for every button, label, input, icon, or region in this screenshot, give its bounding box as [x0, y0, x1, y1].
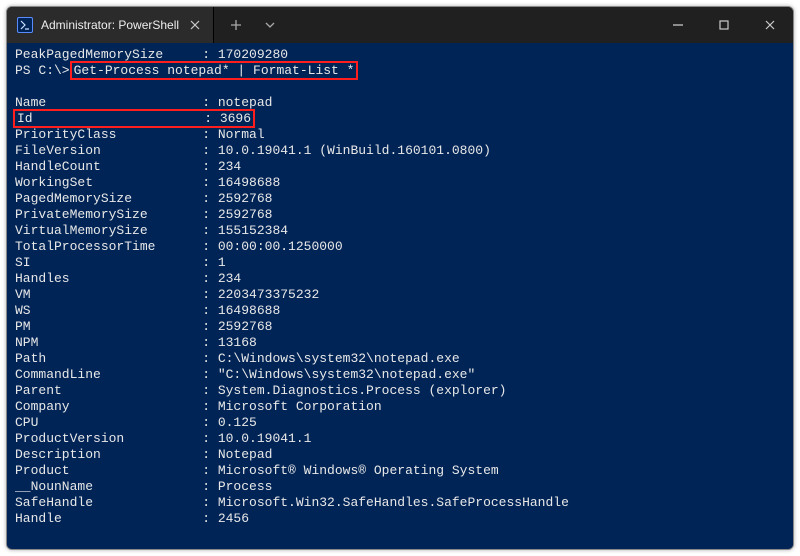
property-row: CPU : 0.125 — [15, 415, 785, 431]
property-row: WorkingSet : 16498688 — [15, 175, 785, 191]
property-row: Handles : 234 — [15, 271, 785, 287]
tab-controls — [214, 11, 292, 39]
property-row: PrivateMemorySize : 2592768 — [15, 207, 785, 223]
property-row: Handle : 2456 — [15, 511, 785, 527]
property-row: NPM : 13168 — [15, 335, 785, 351]
maximize-button[interactable] — [701, 7, 747, 43]
property-row: PM : 2592768 — [15, 319, 785, 335]
terminal[interactable]: PeakPagedMemorySize : 170209280PS C:\>Ge… — [7, 43, 793, 549]
property-row: SafeHandle : Microsoft.Win32.SafeHandles… — [15, 495, 785, 511]
property-row: SI : 1 — [15, 255, 785, 271]
window-controls — [655, 7, 793, 43]
blank-line — [15, 79, 785, 95]
powershell-icon — [17, 17, 33, 33]
property-row: __NounName : Process — [15, 479, 785, 495]
property-row: TotalProcessorTime : 00:00:00.1250000 — [15, 239, 785, 255]
highlight-box-id: Id : 3696 — [13, 109, 255, 128]
property-row: Path : C:\Windows\system32\notepad.exe — [15, 351, 785, 367]
new-tab-button[interactable] — [222, 11, 250, 39]
close-window-button[interactable] — [747, 7, 793, 43]
property-row: PriorityClass : Normal — [15, 127, 785, 143]
tab-dropdown-button[interactable] — [256, 11, 284, 39]
property-row: VM : 2203473375232 — [15, 287, 785, 303]
property-row: FileVersion : 10.0.19041.1 (WinBuild.160… — [15, 143, 785, 159]
property-row: Product : Microsoft® Windows® Operating … — [15, 463, 785, 479]
titlebar: Administrator: PowerShell — [7, 7, 793, 43]
property-row: Parent : System.Diagnostics.Process (exp… — [15, 383, 785, 399]
property-row: Company : Microsoft Corporation — [15, 399, 785, 415]
property-row: VirtualMemorySize : 155152384 — [15, 223, 785, 239]
property-row: HandleCount : 234 — [15, 159, 785, 175]
close-icon[interactable] — [187, 17, 203, 33]
minimize-button[interactable] — [655, 7, 701, 43]
prompt-line: PS C:\>Get-Process notepad* | Format-Lis… — [15, 63, 785, 79]
property-row: CommandLine : "C:\Windows\system32\notep… — [15, 367, 785, 383]
property-row: WS : 16498688 — [15, 303, 785, 319]
highlight-command: Get-Process notepad* | Format-List * — [70, 61, 359, 80]
tab-title: Administrator: PowerShell — [41, 18, 179, 32]
property-row: ProductVersion : 10.0.19041.1 — [15, 431, 785, 447]
prompt: PS C:\> — [15, 63, 70, 78]
property-row: PagedMemorySize : 2592768 — [15, 191, 785, 207]
app-window: Administrator: PowerShell — [6, 6, 794, 550]
tab-powershell[interactable]: Administrator: PowerShell — [7, 7, 214, 43]
property-row: Id : 3696 — [15, 111, 785, 127]
property-row: Description : Notepad — [15, 447, 785, 463]
